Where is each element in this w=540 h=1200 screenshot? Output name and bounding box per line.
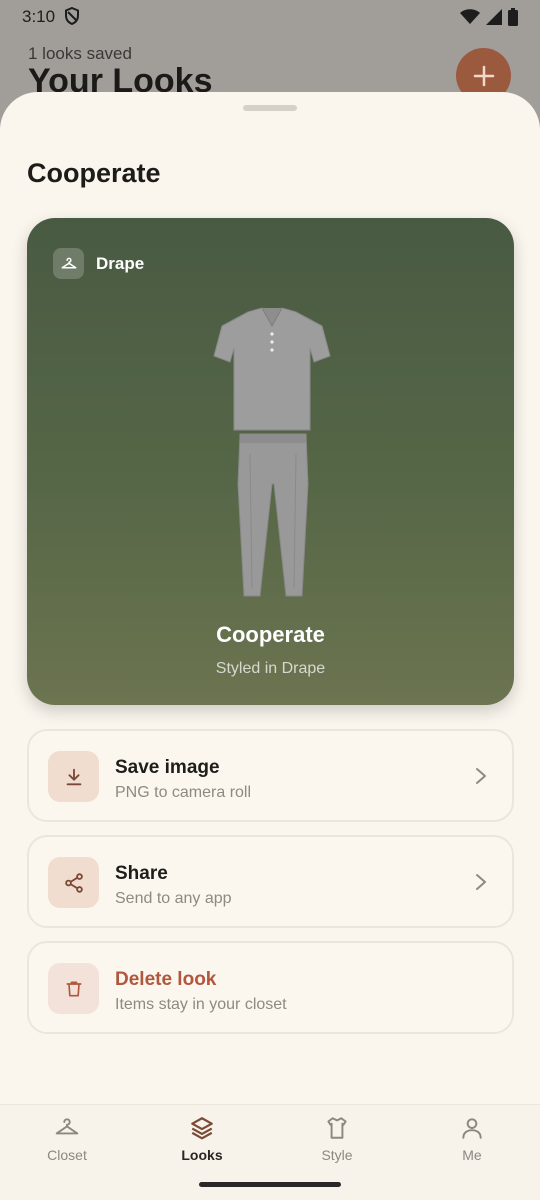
- share-title: Share: [115, 863, 168, 884]
- sheet-title: Cooperate: [27, 158, 161, 188]
- look-actions-sheet: Cooperate Drape Cooperate Styled in Drap: [0, 92, 540, 1200]
- share-subtitle: Send to any app: [115, 890, 232, 907]
- download-icon: [66, 768, 81, 785]
- save-image-title: Save image: [115, 757, 220, 778]
- battery-icon: [508, 8, 518, 26]
- home-indicator[interactable]: [199, 1182, 341, 1187]
- nav-label-style: Style: [321, 1147, 353, 1163]
- brand-badge: [53, 248, 84, 279]
- delete-look-button[interactable]: Delete look Items stay in your closet: [27, 941, 514, 1034]
- nav-item-me[interactable]: Me: [422, 1115, 522, 1175]
- brand-tag: Drape: [53, 248, 144, 279]
- brand-name: Drape: [96, 253, 145, 273]
- nav-label-closet: Closet: [47, 1147, 87, 1163]
- delete-icon-tile: [48, 963, 99, 1014]
- chevron-right-icon: [476, 874, 486, 890]
- signal-icon: [486, 9, 502, 25]
- save-image-button[interactable]: Save image PNG to camera roll: [27, 729, 514, 822]
- trash-icon: [66, 981, 81, 996]
- outfit-illustration: [213, 307, 331, 597]
- delete-look-subtitle: Items stay in your closet: [115, 996, 287, 1013]
- looks-count: 1 looks saved: [28, 44, 132, 63]
- shirt-icon: [327, 1117, 347, 1139]
- hanger-icon: [61, 257, 76, 268]
- nav-item-closet[interactable]: Closet: [17, 1115, 117, 1175]
- shield-icon: [65, 7, 79, 25]
- save-image-icon-tile: [48, 751, 99, 802]
- nav-label-me: Me: [462, 1147, 482, 1163]
- hanger-icon: [55, 1118, 79, 1135]
- look-preview-card: Drape Cooperate Styled in Drape: [27, 218, 514, 705]
- plus-icon: [473, 65, 494, 86]
- person-icon: [462, 1118, 482, 1139]
- nav-item-style[interactable]: Style: [287, 1115, 387, 1175]
- wifi-icon: [460, 9, 480, 24]
- look-name: Cooperate: [216, 622, 325, 647]
- nav-label-looks: Looks: [181, 1147, 223, 1163]
- look-caption: Styled in Drape: [215, 660, 326, 677]
- share-icon: [64, 872, 83, 893]
- drag-handle[interactable]: [243, 105, 297, 111]
- layers-icon: [191, 1117, 213, 1140]
- status-time: 3:10: [22, 7, 56, 26]
- status-bar: 3:10: [0, 0, 540, 34]
- chevron-right-icon: [476, 768, 486, 784]
- save-image-subtitle: PNG to camera roll: [115, 784, 252, 801]
- share-icon-tile: [48, 857, 99, 908]
- delete-look-title: Delete look: [115, 969, 217, 990]
- nav-item-looks[interactable]: Looks: [152, 1115, 252, 1175]
- share-button[interactable]: Share Send to any app: [27, 835, 514, 928]
